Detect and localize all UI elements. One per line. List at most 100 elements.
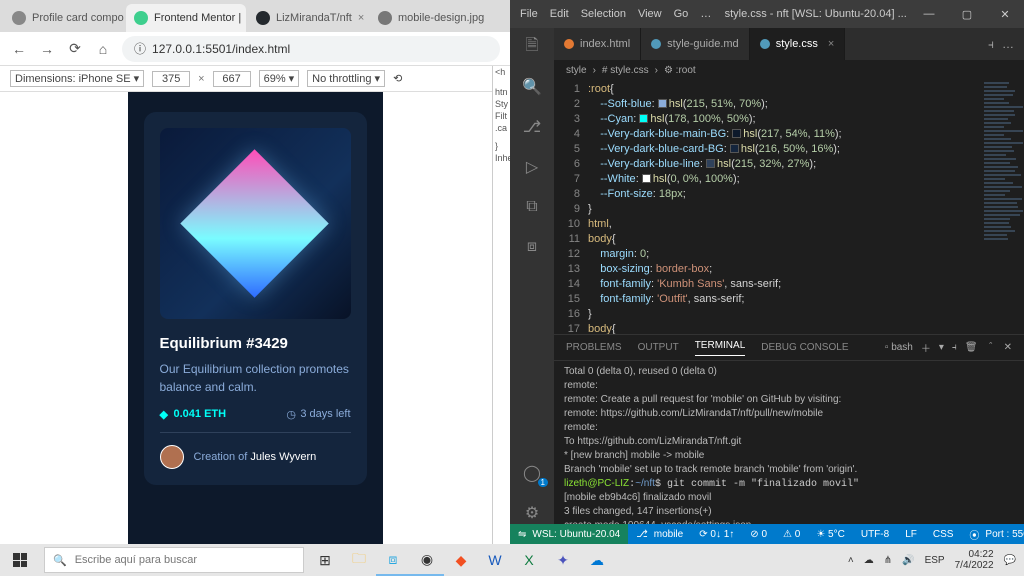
home-icon[interactable]: ⌂ <box>94 40 112 58</box>
menu-file[interactable]: File <box>520 8 538 20</box>
excel-task-icon[interactable]: X <box>512 544 546 576</box>
remote-indicator[interactable]: ⇋ WSL: Ubuntu-20.04 <box>510 524 628 544</box>
terminal-output[interactable]: Total 0 (delta 0), reused 0 (delta 0)rem… <box>554 361 1024 524</box>
tab-label: style-guide.md <box>667 38 739 50</box>
menu-selection[interactable]: Selection <box>581 8 626 20</box>
maximize-icon[interactable]: ▢ <box>948 0 986 28</box>
breadcrumb[interactable]: style›# style.css›⚙ :root <box>554 60 1024 80</box>
close-icon[interactable]: ✕ <box>986 0 1024 28</box>
minimap[interactable] <box>980 80 1024 334</box>
onedrive-tray-icon[interactable]: ☁ <box>864 555 874 566</box>
word-task-icon[interactable]: W <box>478 544 512 576</box>
editor-tabs: index.html style-guide.md style.css× ⫞ … <box>554 28 1024 60</box>
throttle-select[interactable]: No throttling ▾ <box>307 70 385 87</box>
extensions-icon[interactable]: ⧉ <box>521 196 543 218</box>
close-icon[interactable]: × <box>358 12 364 24</box>
wifi-icon[interactable]: ⋔ <box>884 555 892 566</box>
tray-caret-icon[interactable]: ˄ <box>848 555 854 566</box>
notifications-icon[interactable]: 💬 <box>1004 555 1016 566</box>
warnings-status[interactable]: ⚠ 0 <box>775 529 808 540</box>
split-terminal-icon[interactable]: ⫞ <box>952 342 957 353</box>
windows-taskbar: 🔍Escribe aquí para buscar ⊞ 🗀 ⧈ ◉ ◆ W X … <box>0 544 1024 576</box>
close-panel-icon[interactable]: ✕ <box>1004 342 1012 353</box>
source-control-icon[interactable]: ⎇ <box>521 116 543 138</box>
device-viewport: Equilibrium #3429 Our Equilibrium collec… <box>0 92 510 544</box>
start-button[interactable] <box>0 544 40 576</box>
menu-…[interactable]: … <box>700 8 711 20</box>
errors-status[interactable]: ⊘ 0 <box>742 529 775 540</box>
nft-title[interactable]: Equilibrium #3429 <box>160 335 351 352</box>
taskbar-search[interactable]: 🔍Escribe aquí para buscar <box>44 547 304 573</box>
language-indicator[interactable]: ESP <box>925 555 945 566</box>
file-type-icon <box>564 39 574 49</box>
chrome-task-icon[interactable]: ◉ <box>410 544 444 576</box>
multiply-icon: × <box>198 73 204 85</box>
chrome-tab[interactable]: Profile card compo× <box>4 4 124 32</box>
chrome-tab[interactable]: LizMirandaT/nft× <box>248 4 368 32</box>
menu-go[interactable]: Go <box>674 8 689 20</box>
debug-icon[interactable]: ▷ <box>521 156 543 178</box>
editor-tab[interactable]: style.css× <box>750 28 846 60</box>
device-select[interactable]: Dimensions: iPhone SE ▾ <box>10 70 144 87</box>
close-icon[interactable]: × <box>828 38 834 50</box>
minimize-icon[interactable]: — <box>910 0 948 28</box>
more-icon[interactable]: … <box>1002 37 1014 51</box>
menu-view[interactable]: View <box>638 8 662 20</box>
rotate-icon[interactable]: ⟲ <box>393 72 402 85</box>
eol-status[interactable]: LF <box>897 529 925 540</box>
sync-status[interactable]: ⟳ 0↓ 1↑ <box>691 529 742 540</box>
author-row: Creation of Jules Wyvern <box>160 445 351 469</box>
chrome-tab[interactable]: Frontend Mentor |× <box>126 4 246 32</box>
forward-icon[interactable]: → <box>38 40 56 58</box>
chevron-down-icon[interactable]: ▾ <box>939 342 944 353</box>
gear-icon[interactable]: ⚙ <box>521 502 543 524</box>
device-width[interactable]: 375 <box>152 71 190 87</box>
brave-task-icon[interactable]: ◆ <box>444 544 478 576</box>
files-icon[interactable]: 🗎 <box>521 36 543 58</box>
back-icon[interactable]: ← <box>10 40 28 58</box>
windows-logo-icon <box>13 553 27 567</box>
ethereum-icon: ◆ <box>160 408 170 418</box>
address-bar[interactable]: ⓘ 127.0.0.1:5501/index.html <box>122 36 500 62</box>
debug-console-tab[interactable]: DEBUG CONSOLE <box>761 342 848 353</box>
zoom-select[interactable]: 69% ▾ <box>259 70 300 87</box>
device-height[interactable]: 667 <box>213 71 251 87</box>
weather-status[interactable]: ☀ 5°C <box>808 529 853 540</box>
chevron-up-icon[interactable]: ＾ <box>986 340 996 355</box>
trash-icon[interactable]: 🗑 <box>965 342 978 353</box>
code-text[interactable]: :root{ --Soft-blue: hsl(215, 51%, 70%); … <box>588 80 1024 334</box>
editor-tab[interactable]: index.html <box>554 28 641 60</box>
split-icon[interactable]: ⫞ <box>988 37 994 52</box>
volume-icon[interactable]: 🔊 <box>902 555 914 566</box>
status-bar: ⇋ WSL: Ubuntu-20.04 ⎇ mobile ⟳ 0↓ 1↑ ⊘ 0… <box>510 524 1024 544</box>
terminal-tab[interactable]: TERMINAL <box>695 340 746 356</box>
cube-icon <box>181 149 330 298</box>
search-icon[interactable]: 🔍 <box>521 76 543 98</box>
task-view-icon[interactable]: ⊞ <box>308 544 342 576</box>
port-status[interactable]: ⦿ Port : 5501 <box>961 527 1024 542</box>
chrome-tab[interactable]: mobile-design.jpg× <box>370 4 490 32</box>
language-status[interactable]: CSS <box>925 529 962 540</box>
branch-status[interactable]: ⎇ mobile <box>628 529 691 540</box>
author-link[interactable]: Jules Wyvern <box>250 451 316 463</box>
code-editor[interactable]: 1234567891011121314151617 :root{ --Soft-… <box>554 80 1024 334</box>
shell-select[interactable]: ▫ bash <box>885 342 913 353</box>
problems-tab[interactable]: PROBLEMS <box>566 342 622 353</box>
menu-edit[interactable]: Edit <box>550 8 569 20</box>
remote-icon[interactable]: ⧈ <box>521 236 543 258</box>
encoding-status[interactable]: UTF-8 <box>853 529 897 540</box>
onedrive-task-icon[interactable]: ☁ <box>580 544 614 576</box>
reload-icon[interactable]: ⟳ <box>66 40 84 58</box>
explorer-icon[interactable]: 🗀 <box>342 544 376 576</box>
clock-date: 7/4/2022 <box>955 560 994 571</box>
account-icon[interactable]: ◯ <box>521 462 543 484</box>
avatar <box>160 445 184 469</box>
vscode-task-icon[interactable]: ⧈ <box>376 544 410 576</box>
teams-task-icon[interactable]: ✦ <box>546 544 580 576</box>
clock[interactable]: 04:22 7/4/2022 <box>955 549 994 571</box>
new-terminal-icon[interactable]: ＋ <box>921 340 931 355</box>
output-tab[interactable]: OUTPUT <box>638 342 679 353</box>
editor-tab[interactable]: style-guide.md <box>641 28 750 60</box>
nft-image[interactable] <box>160 128 351 319</box>
search-placeholder: Escribe aquí para buscar <box>75 554 197 566</box>
